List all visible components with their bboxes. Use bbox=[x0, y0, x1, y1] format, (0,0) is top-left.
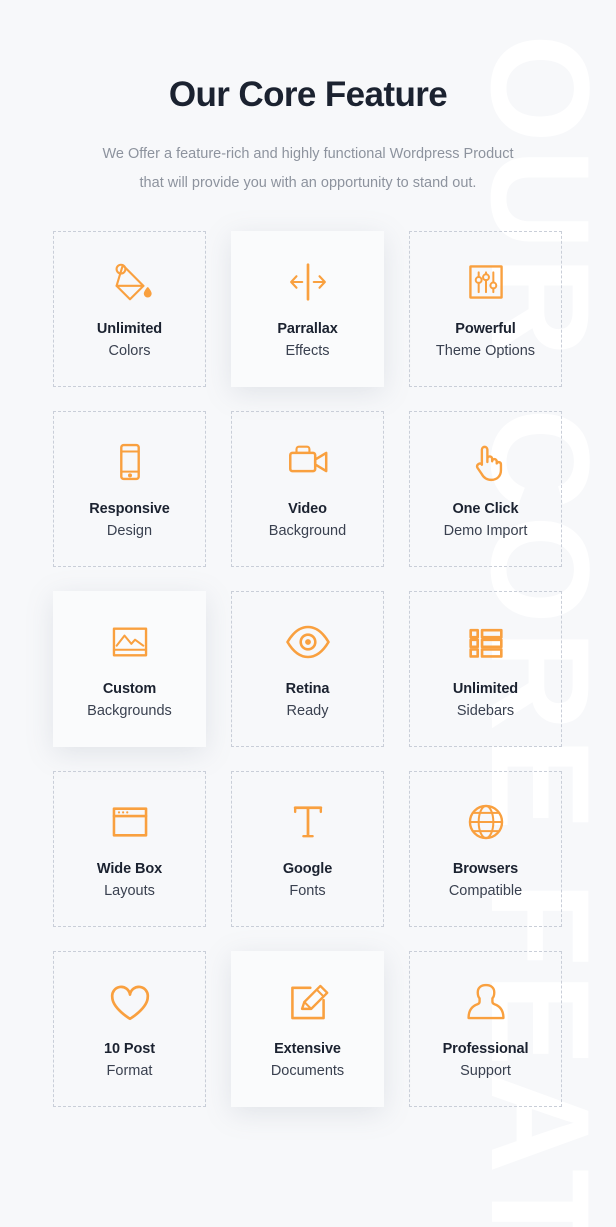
feature-card[interactable]: Unlimited Colors bbox=[53, 231, 206, 387]
feature-card[interactable]: Unlimited Sidebars bbox=[409, 591, 562, 747]
feature-card-title: Unlimited bbox=[96, 320, 163, 337]
image-picture-icon bbox=[108, 616, 152, 668]
feature-card-subtitle: Effects bbox=[285, 343, 330, 360]
features-grid: Unlimited Colors Parrallax Effects Powerful T… bbox=[53, 198, 563, 1107]
feature-card-subtitle: Fonts bbox=[289, 883, 326, 900]
pointing-hand-icon bbox=[464, 436, 508, 488]
feature-card-subtitle: Background bbox=[268, 523, 347, 540]
feature-card-title: Responsive bbox=[89, 500, 170, 517]
user-person-icon bbox=[464, 976, 508, 1028]
feature-card-subtitle: Documents bbox=[270, 1063, 345, 1080]
feature-card-subtitle: Ready bbox=[286, 703, 329, 720]
feature-card[interactable]: Wide Box Layouts bbox=[53, 771, 206, 927]
feature-card-subtitle: Demo Import bbox=[443, 523, 528, 540]
feature-card[interactable]: Responsive Design bbox=[53, 411, 206, 567]
feature-card-subtitle: Backgrounds bbox=[87, 703, 172, 720]
feature-card-title: Parrallax bbox=[277, 320, 338, 337]
feature-card-title: Google bbox=[282, 860, 333, 877]
feature-card[interactable]: Parrallax Effects bbox=[231, 231, 384, 387]
feature-card-title: Video bbox=[288, 500, 327, 517]
feature-card-subtitle: Sidebars bbox=[456, 703, 515, 720]
feature-card-title: Unlimited bbox=[452, 680, 519, 697]
sliders-box-icon bbox=[464, 256, 508, 308]
section-header: Our Core Feature We Offer a feature-rich… bbox=[0, 0, 616, 198]
paint-bucket-icon bbox=[107, 256, 153, 308]
feature-card-title: Powerful bbox=[455, 320, 516, 337]
feature-card-subtitle: Theme Options bbox=[435, 343, 536, 360]
feature-card[interactable]: Video Background bbox=[231, 411, 384, 567]
page-title: Our Core Feature bbox=[168, 75, 448, 114]
page-subtitle-line-1: We Offer a feature-rich and highly funct… bbox=[102, 146, 514, 162]
feature-card-title: Professional bbox=[442, 1040, 529, 1057]
feature-card-subtitle: Support bbox=[460, 1063, 511, 1080]
edit-pencil-icon bbox=[286, 976, 330, 1028]
feature-card-title: Wide Box bbox=[96, 860, 163, 877]
page-subtitle-line-2: that will provide you with an opportunit… bbox=[139, 175, 477, 191]
feature-card[interactable]: 10 Post Format bbox=[53, 951, 206, 1107]
heart-icon bbox=[107, 976, 153, 1028]
feature-card-title: 10 Post bbox=[104, 1040, 155, 1057]
feature-card[interactable]: Extensive Documents bbox=[231, 951, 384, 1107]
video-camera-icon bbox=[285, 436, 331, 488]
feature-card-subtitle: Colors bbox=[108, 343, 151, 360]
feature-card[interactable]: Custom Backgrounds bbox=[53, 591, 206, 747]
feature-card[interactable]: Retina Ready bbox=[231, 591, 384, 747]
text-type-icon bbox=[286, 796, 330, 848]
feature-card-subtitle: Compatible bbox=[448, 883, 523, 900]
feature-card-title: Retina bbox=[285, 680, 330, 697]
feature-card[interactable]: Professional Support bbox=[409, 951, 562, 1107]
feature-card-title: Extensive bbox=[274, 1040, 341, 1057]
feature-card-subtitle: Layouts bbox=[104, 883, 155, 900]
globe-icon bbox=[464, 796, 508, 848]
parallax-arrows-icon bbox=[285, 256, 331, 308]
feature-card[interactable]: Google Fonts bbox=[231, 771, 384, 927]
feature-section: OUR CORE FEATURES Our Core Feature We Of… bbox=[0, 0, 616, 1227]
smartphone-icon bbox=[108, 436, 152, 488]
feature-card[interactable]: Browsers Compatible bbox=[409, 771, 562, 927]
feature-card-title: Custom bbox=[102, 680, 157, 697]
list-rows-icon bbox=[465, 616, 507, 668]
feature-card-subtitle: Design bbox=[106, 523, 153, 540]
feature-card-title: One Click bbox=[452, 500, 519, 517]
page-subtitle: We Offer a feature-rich and highly funct… bbox=[82, 140, 534, 198]
browser-window-icon bbox=[108, 796, 152, 848]
feature-card[interactable]: Powerful Theme Options bbox=[409, 231, 562, 387]
feature-card-subtitle: Format bbox=[106, 1063, 153, 1080]
feature-card-title: Browsers bbox=[452, 860, 519, 877]
eye-icon bbox=[284, 616, 332, 668]
feature-card[interactable]: One Click Demo Import bbox=[409, 411, 562, 567]
